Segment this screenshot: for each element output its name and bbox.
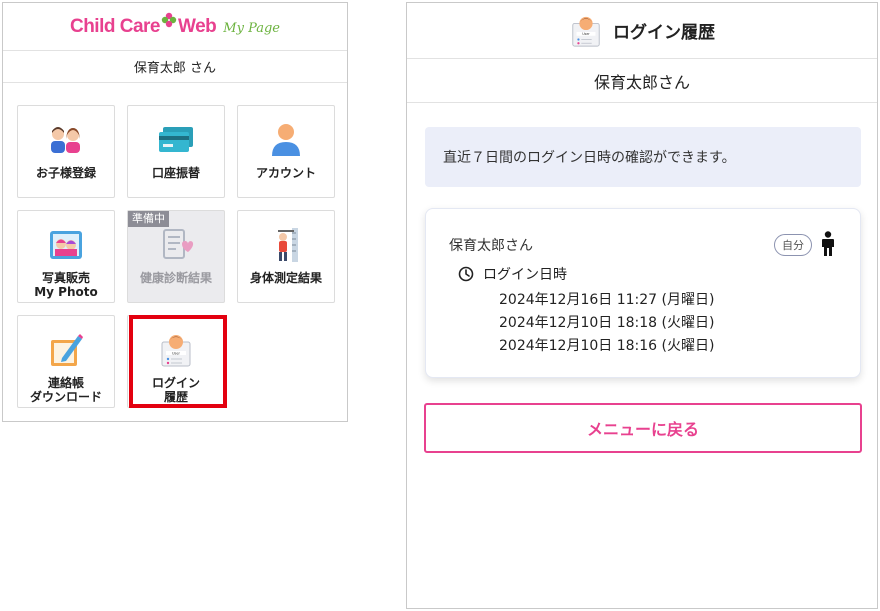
user-id-card-icon: User (156, 332, 196, 368)
login-history-panel: User ログイン履歴 保育太郎さん 直近７日間のログイン日時の確認ができます。… (406, 2, 878, 609)
menu-tile-body-measurement[interactable]: 身体測定結果 (237, 210, 335, 303)
notebook-icon (46, 332, 86, 368)
logo-main-text: Child Care (69, 15, 161, 37)
login-item: 2024年12月10日 18:16 (火曜日) (499, 338, 715, 354)
person-icon (822, 231, 834, 256)
login-history-card: 保育太郎さん 自分 ログイン日時 2024年12月16日 11:27 (月曜日)… (425, 208, 861, 378)
login-item: 2024年12月10日 18:18 (火曜日) (499, 315, 715, 331)
page-title: ログイン履歴 (613, 23, 715, 43)
user-id-card-icon: User (572, 16, 600, 47)
flower-icon (161, 12, 177, 27)
page-header: User ログイン履歴 (407, 3, 877, 59)
user-name: 保育太郎 さん (3, 51, 347, 83)
tile-label: アカウント (255, 166, 316, 180)
login-list: 2024年12月16日 11:27 (月曜日) 2024年12月10日 18:1… (499, 289, 714, 358)
health-checkup-icon (156, 227, 196, 263)
back-to-menu-button[interactable]: メニューに戻る (424, 403, 862, 453)
logo-sub-text: My Page (223, 20, 280, 36)
height-measure-icon (266, 227, 306, 263)
bank-card-icon (156, 122, 196, 158)
children-icon (46, 122, 86, 158)
notice-message: 直近７日間のログイン日時の確認ができます。 (425, 127, 861, 187)
login-item: 2024年12月16日 11:27 (月曜日) (499, 292, 715, 308)
logo-web-text: Web (178, 15, 217, 37)
login-datetime-label-row: ログイン日時 (458, 264, 567, 284)
tile-label: 連絡帳 ダウンロード (29, 376, 102, 404)
user-name: 保育太郎さん (407, 59, 877, 103)
self-badge: 自分 (774, 234, 812, 256)
preparing-badge: 準備中 (128, 211, 169, 227)
header: Child Care Web My Page (3, 3, 347, 51)
account-icon (266, 122, 306, 158)
tile-label: 口座振替 (151, 166, 200, 180)
login-datetime-label: ログイン日時 (483, 267, 567, 283)
menu-tile-children[interactable]: お子様登録 (17, 105, 115, 198)
menu-tile-login-history[interactable]: User ログイン 履歴 (127, 315, 225, 408)
tile-label: 身体測定結果 (249, 271, 322, 285)
tile-label: お子様登録 (35, 166, 96, 180)
card-user-name: 保育太郎さん (449, 238, 533, 254)
logo[interactable]: Child Care Web My Page (69, 12, 280, 38)
svg-text:User: User (172, 351, 181, 355)
tile-label: 健康診断結果 (139, 271, 212, 285)
menu-tile-bank-transfer[interactable]: 口座振替 (127, 105, 225, 198)
menu-tile-photo[interactable]: 写真販売 My Photo (17, 210, 115, 303)
menu-tile-health-checkup: 準備中 健康診断結果 (127, 210, 225, 303)
tile-label: 写真販売 My Photo (34, 271, 98, 299)
menu-tile-notebook-download[interactable]: 連絡帳 ダウンロード (17, 315, 115, 408)
menu-tile-account[interactable]: アカウント (237, 105, 335, 198)
menu-panel: Child Care Web My Page 保育太郎 さん お子様登録 口座振… (2, 2, 348, 422)
tile-label: ログイン 履歴 (151, 376, 200, 404)
svg-text:User: User (582, 32, 590, 36)
photo-icon (46, 227, 86, 263)
clock-icon (458, 266, 474, 282)
